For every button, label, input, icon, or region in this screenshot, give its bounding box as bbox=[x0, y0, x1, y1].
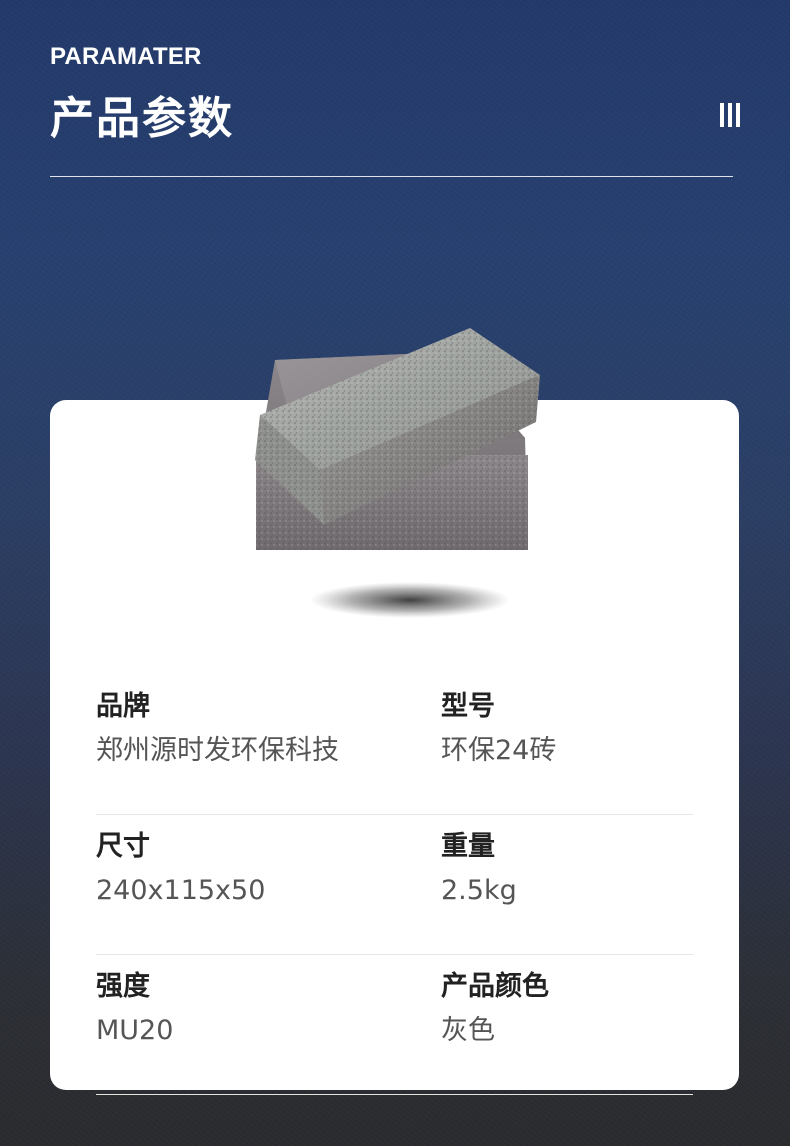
param-value: 2.5kg bbox=[441, 875, 517, 906]
param-row: 品牌 郑州源时发环保科技 型号 环保24砖 bbox=[96, 675, 693, 815]
param-cell-color: 产品颜色 灰色 bbox=[441, 969, 549, 1049]
param-value: 灰色 bbox=[441, 1015, 495, 1046]
param-cell-brand: 品牌 郑州源时发环保科技 bbox=[96, 689, 339, 769]
param-value: 240x115x50 bbox=[96, 875, 266, 906]
param-label: 重量 bbox=[441, 831, 495, 862]
param-label: 强度 bbox=[96, 971, 150, 1002]
param-value: 郑州源时发环保科技 bbox=[96, 735, 339, 766]
param-label: 尺寸 bbox=[96, 831, 150, 862]
section-subtitle: PARAMATER bbox=[50, 43, 202, 70]
param-label: 品牌 bbox=[96, 691, 150, 722]
parameter-grid: 品牌 郑州源时发环保科技 型号 环保24砖 尺寸 240x115x50 重量 2… bbox=[96, 675, 693, 1095]
brick-product-image bbox=[255, 328, 540, 618]
param-label: 型号 bbox=[441, 691, 495, 722]
param-label: 产品颜色 bbox=[441, 971, 549, 1002]
param-cell-weight: 重量 2.5kg bbox=[441, 829, 517, 909]
page-title: 产品参数 bbox=[50, 93, 234, 144]
param-cell-strength: 强度 MU20 bbox=[96, 969, 173, 1049]
param-cell-model: 型号 环保24砖 bbox=[441, 689, 556, 769]
header-divider bbox=[50, 176, 733, 177]
param-value: 环保24砖 bbox=[441, 735, 557, 766]
param-cell-size: 尺寸 240x115x50 bbox=[96, 829, 265, 909]
param-value: MU20 bbox=[96, 1015, 174, 1046]
vertical-bars-icon[interactable] bbox=[720, 103, 740, 127]
param-row: 强度 MU20 产品颜色 灰色 bbox=[96, 955, 693, 1095]
param-row: 尺寸 240x115x50 重量 2.5kg bbox=[96, 815, 693, 955]
